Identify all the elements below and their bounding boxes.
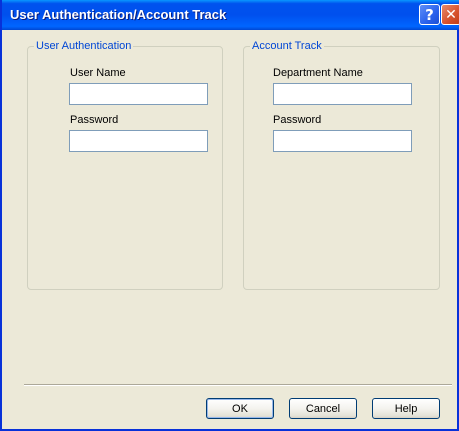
ok-button[interactable]: OK — [206, 398, 274, 419]
account-track-legend: Account Track — [252, 40, 322, 52]
department-name-input[interactable] — [273, 83, 412, 105]
account-password-input[interactable] — [273, 130, 412, 152]
question-icon: ? — [425, 5, 434, 24]
title-close-button[interactable]: ✕ — [441, 4, 459, 25]
user-name-input[interactable] — [69, 83, 208, 105]
cancel-button[interactable]: Cancel — [289, 398, 357, 419]
dialog-window: User Authentication/Account Track ? ✕ Us… — [0, 0, 459, 431]
title-bar[interactable]: User Authentication/Account Track ? ✕ — [2, 0, 459, 30]
user-authentication-legend: User Authentication — [36, 40, 132, 52]
account-password-label: Password — [273, 114, 322, 126]
title-help-button[interactable]: ? — [419, 4, 440, 25]
button-separator — [24, 384, 452, 386]
close-icon: ✕ — [445, 6, 457, 23]
user-password-input[interactable] — [69, 130, 208, 152]
help-button[interactable]: Help — [372, 398, 440, 419]
user-password-label: Password — [70, 114, 119, 126]
window-title: User Authentication/Account Track — [10, 7, 227, 22]
department-name-label: Department Name — [273, 67, 363, 79]
user-name-label: User Name — [70, 67, 126, 79]
